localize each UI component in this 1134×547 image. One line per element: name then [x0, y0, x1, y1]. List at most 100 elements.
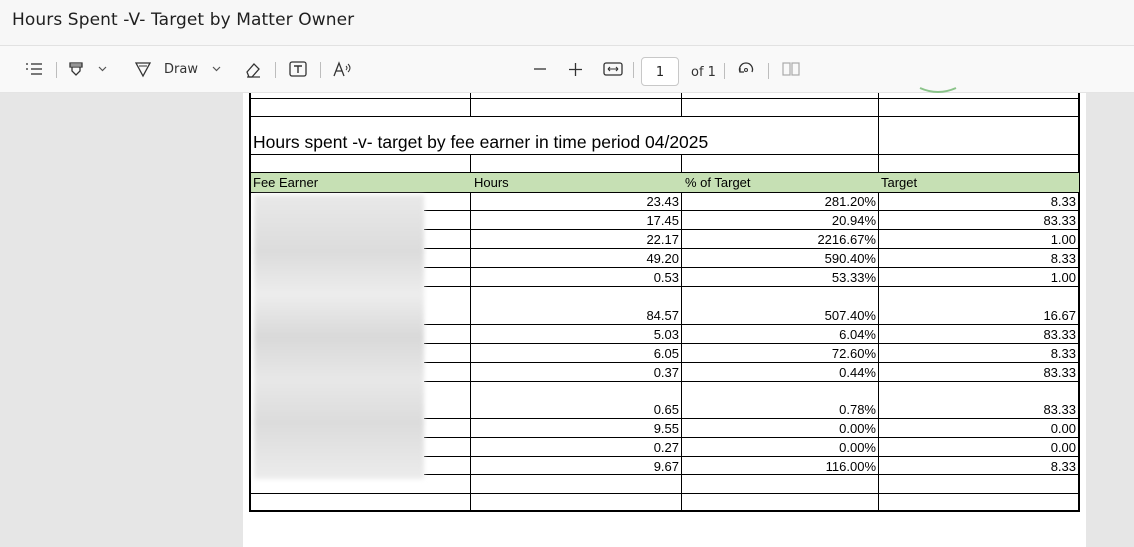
row-divider — [424, 267, 1080, 268]
cell-pct-target: 6.04% — [839, 327, 876, 342]
row-divider — [424, 418, 1080, 419]
cell-hours: 84.57 — [646, 308, 679, 323]
cell-target: 0.00 — [1050, 421, 1076, 436]
zoom-out-icon[interactable] — [532, 46, 548, 92]
cell-target: 83.33 — [1043, 327, 1076, 342]
window-title: Hours Spent -V- Target by Matter Owner — [12, 10, 355, 30]
cell-hours: 0.65 — [653, 402, 679, 417]
row-divider — [424, 362, 1080, 363]
cell-target: 1.00 — [1050, 270, 1076, 285]
two-page-icon[interactable] — [781, 46, 801, 92]
table-border-right — [1078, 93, 1080, 512]
cell-target: 8.33 — [1050, 251, 1076, 266]
cell-target: 8.33 — [1050, 346, 1076, 361]
draw-icon — [134, 61, 152, 78]
cell-target: 0.00 — [1050, 440, 1076, 455]
cell-pct-target: 0.44% — [839, 365, 876, 380]
rotate-icon[interactable] — [736, 46, 756, 92]
column-divider — [878, 93, 879, 117]
separator — [56, 62, 57, 78]
report-title: Hours spent -v- target by fee earner in … — [253, 132, 709, 152]
column-header-pct-target: % of Target — [685, 175, 751, 190]
row-divider — [424, 210, 1080, 211]
cell-pct-target: 20.94% — [831, 213, 876, 228]
cell-hours: 5.03 — [653, 327, 679, 342]
column-divider — [681, 93, 682, 117]
cell-hours: 22.17 — [646, 232, 679, 247]
cell-target: 83.33 — [1043, 213, 1076, 228]
column-divider — [878, 192, 879, 511]
cell-hours: 6.05 — [653, 346, 679, 361]
eraser-icon[interactable] — [243, 46, 263, 92]
draw-button[interactable]: Draw — [134, 46, 198, 92]
highlight-icon[interactable] — [66, 46, 86, 92]
title-bar: Hours Spent -V- Target by Matter Owner — [0, 0, 1134, 46]
read-aloud-icon[interactable] — [333, 46, 353, 92]
cell-target: 8.33 — [1050, 194, 1076, 209]
cell-pct-target: 53.33% — [831, 270, 876, 285]
column-divider — [878, 155, 879, 173]
row-divider — [249, 154, 1080, 155]
row-divider — [424, 343, 1080, 344]
cell-target: 83.33 — [1043, 365, 1076, 380]
row-divider — [424, 493, 1080, 494]
cell-target: 8.33 — [1050, 459, 1076, 474]
cell-pct-target: 0.78% — [839, 402, 876, 417]
row-divider — [424, 456, 1080, 457]
contents-icon[interactable] — [24, 46, 44, 92]
redacted-fee-earner-names — [254, 195, 424, 479]
separator — [724, 63, 725, 79]
chevron-down-icon[interactable] — [96, 46, 108, 92]
page-number-input[interactable]: 1 — [641, 57, 679, 86]
page-count: of 1 — [691, 65, 716, 80]
cell-target: 83.33 — [1043, 402, 1076, 417]
cell-pct-target: 2216.67% — [817, 232, 876, 247]
column-header-fee-earner: Fee Earner — [253, 175, 319, 190]
cell-hours: 9.55 — [653, 421, 679, 436]
row-divider — [424, 437, 1080, 438]
cell-pct-target: 116.00% — [825, 459, 876, 474]
cell-pct-target: 507.40% — [824, 308, 876, 323]
separator — [275, 62, 276, 78]
column-divider — [470, 155, 471, 173]
cell-hours: 23.43 — [646, 194, 679, 209]
cell-target: 16.67 — [1043, 308, 1076, 323]
cell-hours: 0.37 — [653, 365, 679, 380]
row-divider — [424, 324, 1080, 325]
table-header-row — [251, 173, 1079, 192]
row-divider — [249, 493, 424, 494]
cell-hours: 0.53 — [653, 270, 679, 285]
zoom-in-icon[interactable] — [567, 46, 583, 92]
cell-hours: 9.67 — [653, 459, 679, 474]
logo-fragment — [919, 87, 957, 93]
column-divider — [470, 93, 471, 117]
separator — [633, 62, 634, 78]
text-box-icon[interactable] — [288, 46, 308, 92]
row-divider — [424, 229, 1080, 230]
row-divider — [424, 248, 1080, 249]
column-header-target: Target — [881, 175, 918, 190]
row-divider — [249, 98, 1080, 99]
fit-width-icon[interactable] — [602, 46, 624, 92]
separator — [320, 62, 321, 78]
cell-pct-target: 0.00% — [839, 421, 876, 436]
column-divider — [681, 192, 682, 511]
draw-label: Draw — [164, 61, 198, 77]
cell-pct-target: 72.60% — [831, 346, 876, 361]
row-divider — [249, 192, 1080, 193]
column-divider — [681, 155, 682, 173]
column-header-hours: Hours — [474, 175, 509, 190]
cell-hours: 0.27 — [653, 440, 679, 455]
pdf-toolbar: Draw — [0, 46, 1134, 93]
chevron-down-icon[interactable] — [210, 46, 222, 92]
separator — [768, 63, 769, 79]
cell-hours: 17.45 — [646, 213, 679, 228]
cell-pct-target: 590.40% — [824, 251, 876, 266]
cell-target: 1.00 — [1050, 232, 1076, 247]
row-divider — [424, 381, 1080, 382]
table-border-bottom — [249, 510, 1080, 512]
row-divider — [424, 286, 1080, 287]
cell-hours: 49.20 — [646, 251, 679, 266]
column-divider — [470, 192, 471, 511]
cell-pct-target: 0.00% — [839, 440, 876, 455]
